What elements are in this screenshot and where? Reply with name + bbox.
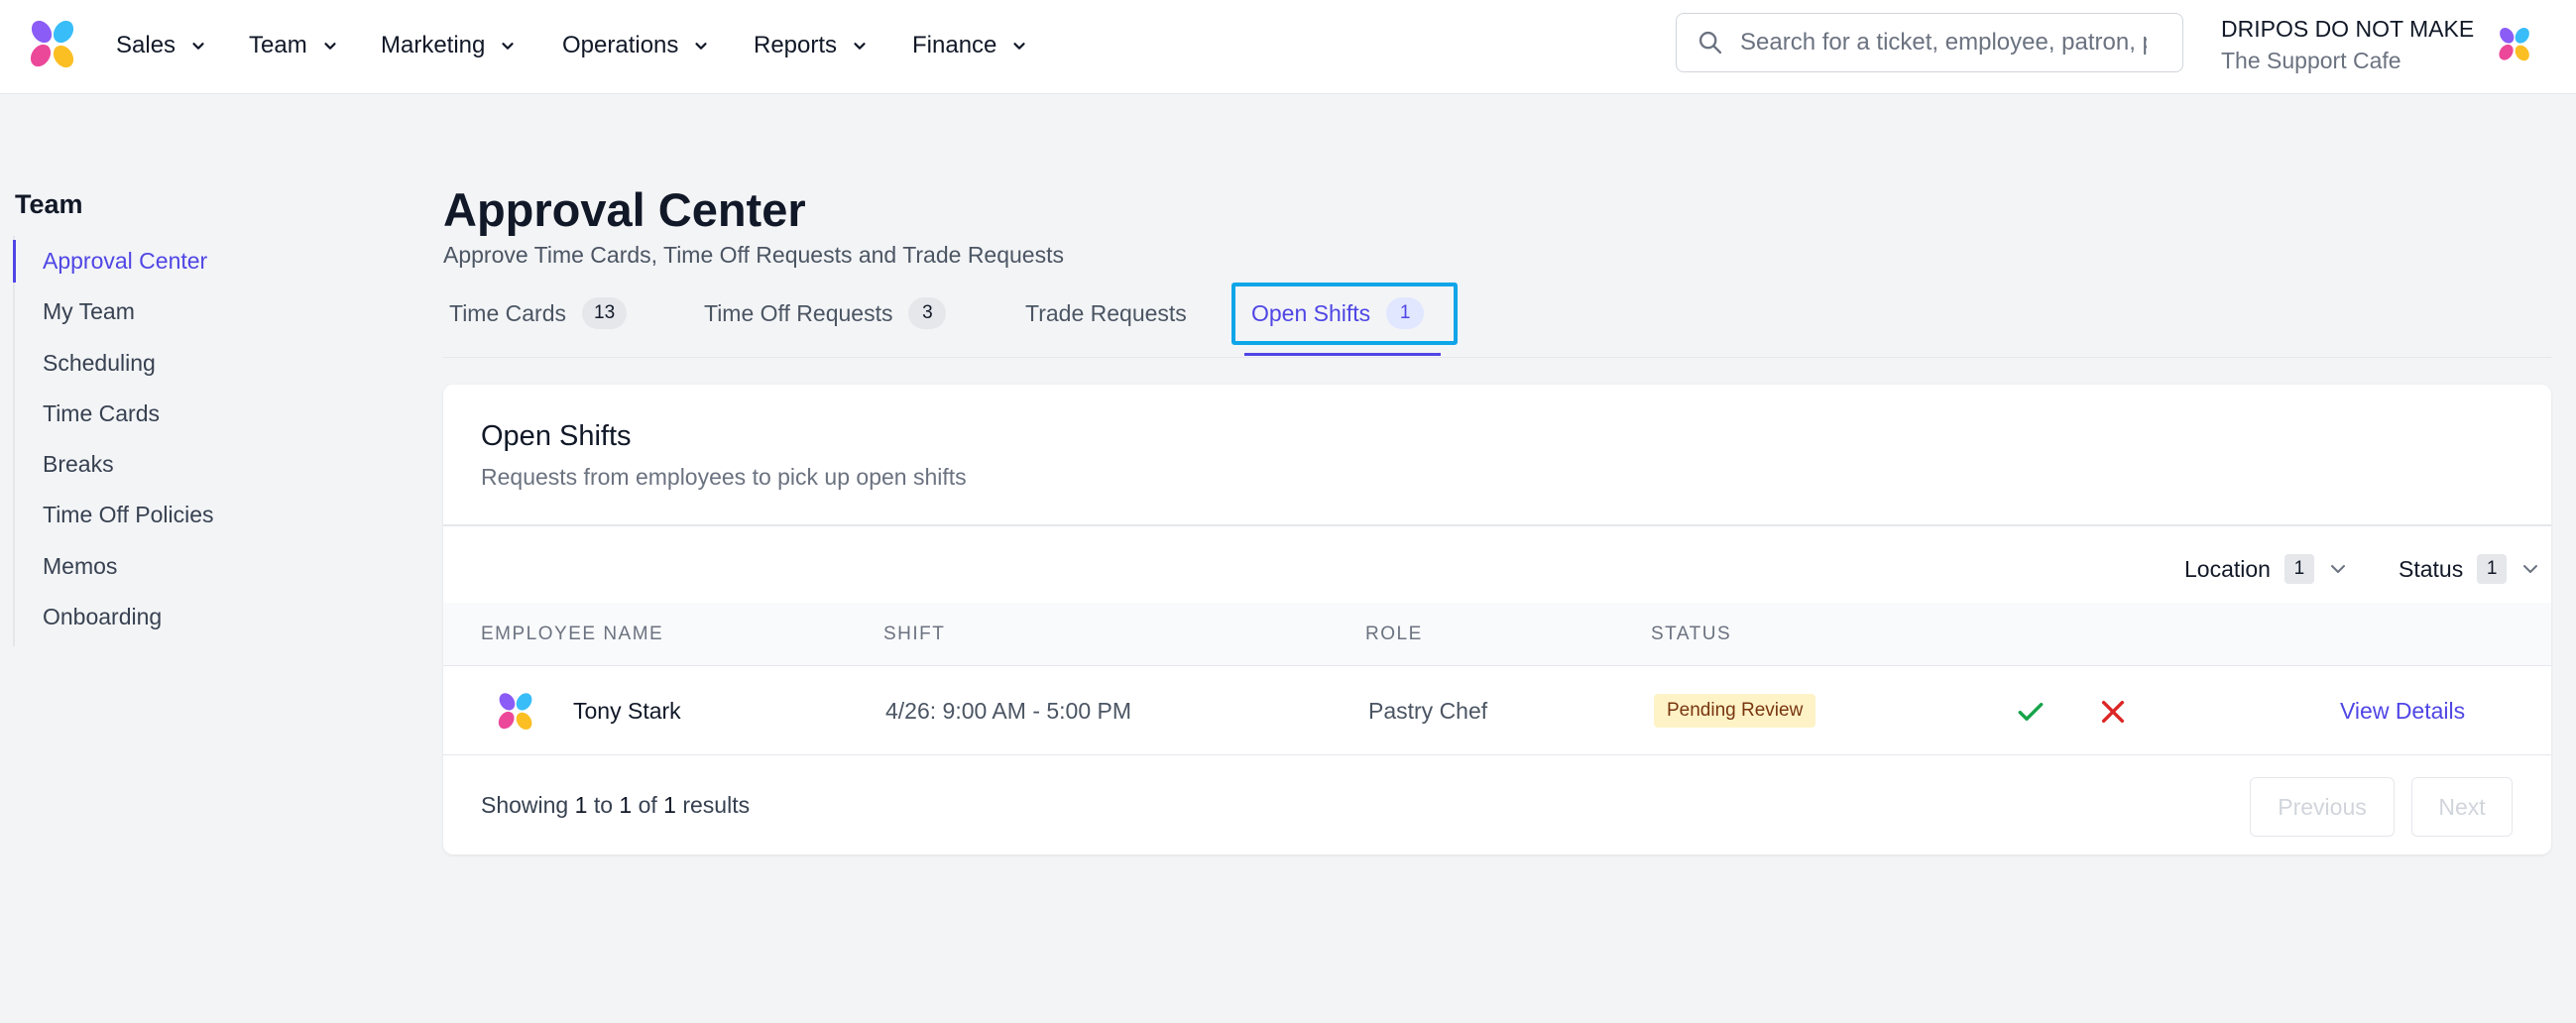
nav-label: Operations xyxy=(562,32,679,58)
sidebar-item-breaks[interactable]: Breaks xyxy=(15,439,271,490)
tab-label: Open Shifts xyxy=(1251,299,1371,326)
account-switcher[interactable]: DRIPOS DO NOT MAKE The Support Cafe xyxy=(2221,14,2474,75)
search-icon xyxy=(1698,31,1722,55)
chevron-down-icon xyxy=(324,43,336,50)
results-total: 1 xyxy=(663,792,676,818)
account-logo-icon[interactable] xyxy=(2496,26,2533,63)
chevron-down-icon xyxy=(1013,43,1025,50)
column-header-employee-name: Employee Name xyxy=(481,624,664,644)
card-title: Open Shifts xyxy=(481,420,632,452)
filter-count: 1 xyxy=(2283,554,2314,584)
sidebar-item-time-cards[interactable]: Time Cards xyxy=(15,389,271,439)
page-subtitle: Approve Time Cards, Time Off Requests an… xyxy=(443,242,1064,268)
table-row: Tony Stark 4/26: 9:00 AM - 5:00 PM Pastr… xyxy=(443,666,2551,755)
view-details-link[interactable]: View Details xyxy=(2340,666,2465,755)
tab-label: Time Cards xyxy=(449,299,566,326)
sidebar-item-scheduling[interactable]: Scheduling xyxy=(15,338,271,389)
previous-page-button[interactable]: Previous xyxy=(2250,777,2395,837)
active-tab-indicator xyxy=(1244,353,1441,356)
card-subtitle: Requests from employees to pick up open … xyxy=(481,464,967,490)
chevron-down-icon xyxy=(2523,565,2538,573)
page-title: Approval Center xyxy=(443,183,806,236)
filter-count: 1 xyxy=(2477,554,2508,584)
results-from: 1 xyxy=(574,792,588,818)
location-filter[interactable]: Location 1 xyxy=(2184,551,2348,587)
filter-label: Location xyxy=(2184,555,2271,582)
nav-label: Finance xyxy=(912,32,997,58)
card-divider xyxy=(443,524,2551,526)
shift-time: 4/26: 9:00 AM - 5:00 PM xyxy=(885,698,1132,724)
global-search xyxy=(1676,13,2183,72)
column-header-status: Status xyxy=(1651,624,1732,644)
nav-label: Sales xyxy=(116,32,176,58)
sidebar-item-my-team[interactable]: My Team xyxy=(15,286,271,337)
tab-trade-requests[interactable]: Trade Requests xyxy=(1025,293,1187,333)
sidebar-nav: Approval Center My Team Scheduling Time … xyxy=(13,236,271,646)
table-header: Employee Name Shift Role Status xyxy=(443,603,2551,666)
next-page-button[interactable]: Next xyxy=(2411,777,2513,837)
tab-time-cards[interactable]: Time Cards 13 xyxy=(449,293,628,333)
tab-count-badge: 1 xyxy=(1386,297,1425,329)
results-word: results xyxy=(682,792,751,818)
status-filter[interactable]: Status 1 xyxy=(2399,551,2540,587)
sidebar-item-memos[interactable]: Memos xyxy=(15,541,271,592)
tab-time-off-requests[interactable]: Time Off Requests 3 xyxy=(704,293,947,333)
nav-operations[interactable]: Operations xyxy=(562,28,710,63)
results-to-word: to xyxy=(593,792,613,818)
sidebar-item-approval-center[interactable]: Approval Center xyxy=(13,236,271,286)
dripos-logo-icon[interactable] xyxy=(26,18,79,71)
open-shifts-card: Open Shifts Requests from employees to p… xyxy=(443,385,2551,854)
search-input[interactable] xyxy=(1740,29,2147,57)
nav-label: Marketing xyxy=(381,32,486,58)
avatar xyxy=(498,693,532,730)
top-navbar: Sales Team Marketing Operations Reports … xyxy=(0,0,2576,94)
tab-open-shifts[interactable]: Open Shifts 1 xyxy=(1251,293,1425,333)
chevron-down-icon xyxy=(2330,565,2345,573)
tab-label: Time Off Requests xyxy=(704,299,893,326)
results-summary: Showing 1 to 1 of 1 results xyxy=(481,792,750,819)
tab-count-badge: 13 xyxy=(582,297,628,329)
results-of-word: of xyxy=(638,792,657,818)
results-to: 1 xyxy=(619,792,633,818)
tabs-divider xyxy=(443,357,2551,358)
sidebar-title: Team xyxy=(15,189,83,219)
nav-reports[interactable]: Reports xyxy=(754,28,869,63)
nav-label: Reports xyxy=(754,32,838,58)
column-header-shift: Shift xyxy=(883,624,946,644)
nav-marketing[interactable]: Marketing xyxy=(381,28,517,63)
nav-label: Team xyxy=(249,32,307,58)
nav-finance[interactable]: Finance xyxy=(912,28,1028,63)
column-header-role: Role xyxy=(1365,624,1423,644)
account-org-name: DRIPOS DO NOT MAKE xyxy=(2221,16,2475,42)
employee-role: Pastry Chef xyxy=(1368,698,1488,724)
sidebar-item-onboarding[interactable]: Onboarding xyxy=(15,592,271,642)
filter-label: Status xyxy=(2399,555,2464,582)
account-location-name: The Support Cafe xyxy=(2221,48,2401,73)
tab-label: Trade Requests xyxy=(1025,299,1187,326)
status-badge: Pending Review xyxy=(1654,694,1816,728)
employee-name: Tony Stark xyxy=(573,698,681,724)
nav-team[interactable]: Team xyxy=(249,28,339,63)
chevron-down-icon xyxy=(502,43,514,50)
approve-check-icon[interactable] xyxy=(2015,696,2047,728)
nav-sales[interactable]: Sales xyxy=(116,28,207,63)
chevron-down-icon xyxy=(695,43,707,50)
chevron-down-icon xyxy=(192,43,204,50)
chevron-down-icon xyxy=(854,43,866,50)
results-showing-word: Showing xyxy=(481,792,569,818)
sidebar-item-time-off-policies[interactable]: Time Off Policies xyxy=(15,490,271,540)
tab-count-badge: 3 xyxy=(908,297,947,329)
deny-x-icon[interactable] xyxy=(2097,696,2129,728)
